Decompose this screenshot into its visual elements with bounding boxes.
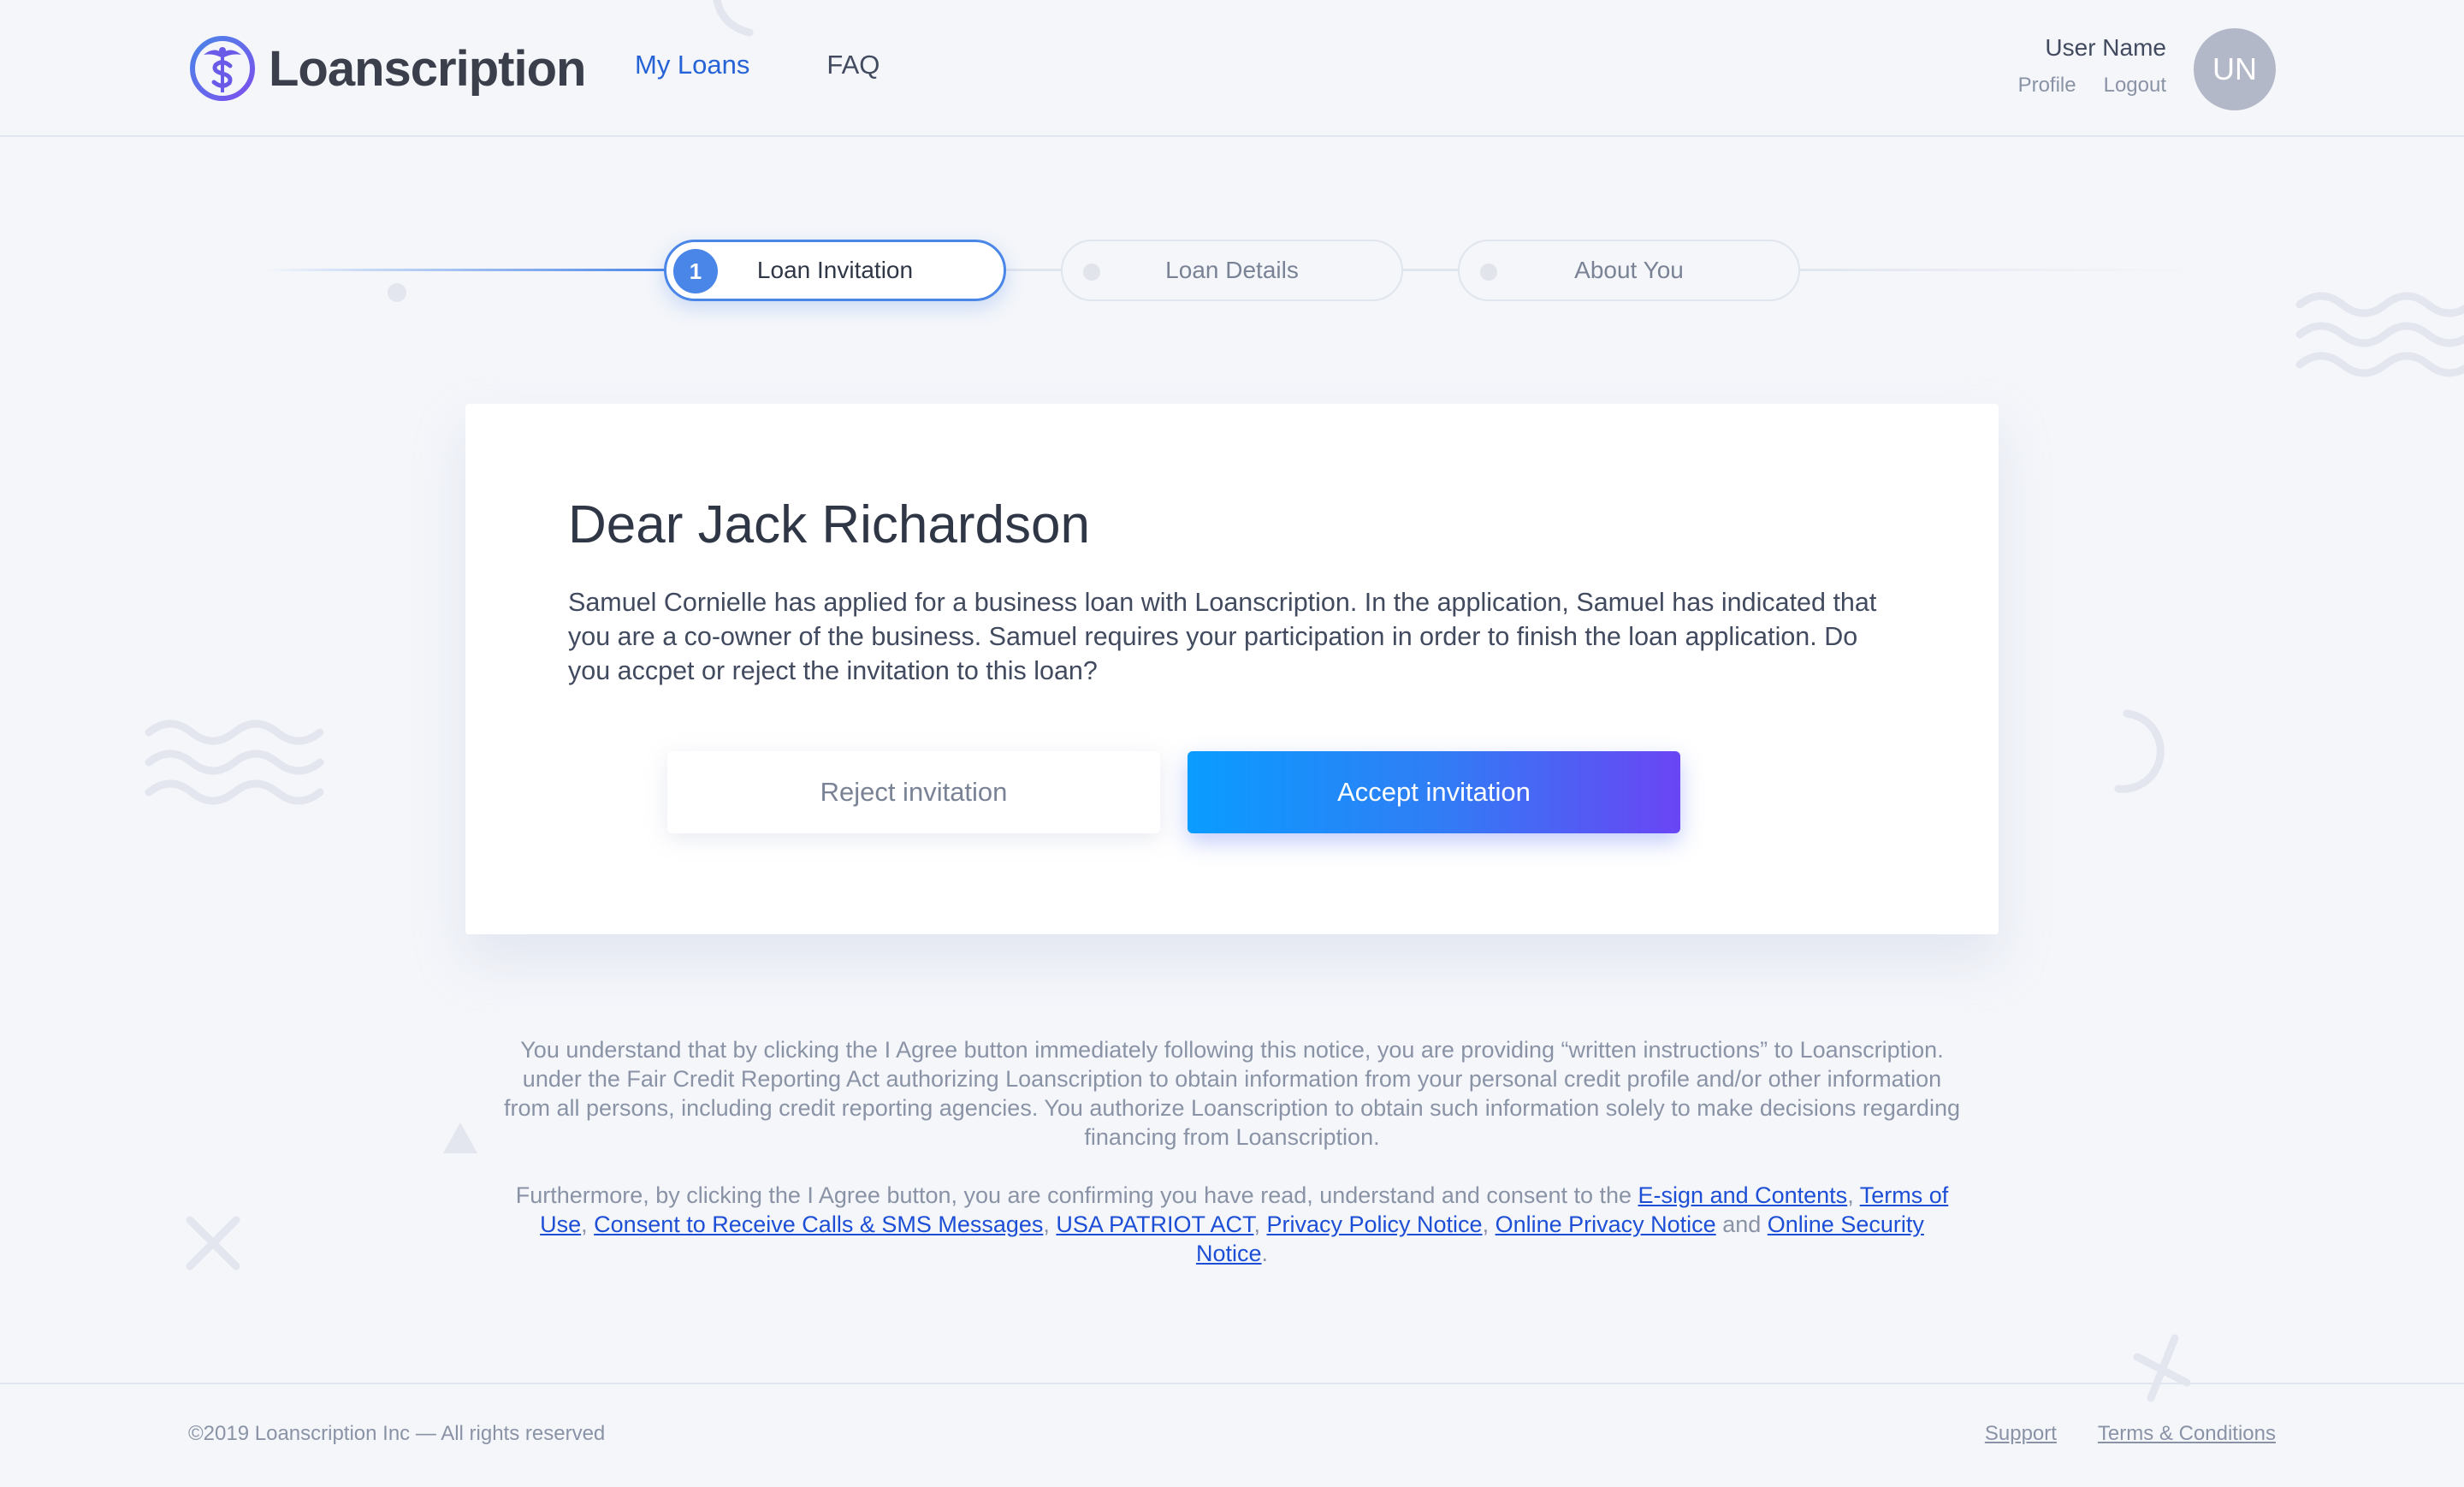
step-number: 1	[673, 249, 718, 293]
separator: ,	[1847, 1182, 1860, 1208]
page-footer: ©2019 Loanscription Inc — All rights res…	[0, 1383, 2464, 1487]
decorative-triangle	[443, 1123, 477, 1153]
reject-invitation-button[interactable]: Reject invitation	[667, 751, 1160, 833]
step-about-you[interactable]: About You	[1458, 240, 1800, 301]
user-name: User Name	[2045, 34, 2166, 61]
stepper-line-left	[265, 269, 667, 271]
separator: ,	[581, 1212, 595, 1237]
consent-calls-sms-link[interactable]: Consent to Receive Calls & SMS Messages	[594, 1212, 1043, 1237]
top-header: Loanscription My Loans FAQ User Name Pro…	[0, 0, 2464, 137]
decorative-waves-right	[2295, 292, 2464, 377]
logo[interactable]: Loanscription	[188, 33, 586, 104]
copyright-text: ©2019 Loanscription Inc — All rights res…	[188, 1422, 606, 1445]
main-nav: My Loans FAQ	[635, 50, 880, 80]
separator: ,	[1253, 1212, 1267, 1237]
nav-faq[interactable]: FAQ	[826, 50, 880, 80]
invitation-message: Samuel Cornielle has applied for a busin…	[568, 588, 1877, 685]
invitation-title: Dear Jack Richardson	[568, 495, 1090, 554]
decorative-waves-left	[145, 720, 324, 805]
step-label: About You	[1574, 257, 1684, 283]
privacy-policy-link[interactable]: Privacy Policy Notice	[1267, 1212, 1483, 1237]
step-label: Loan Details	[1165, 257, 1299, 283]
user-links: Profile Logout	[2018, 74, 2166, 98]
invitation-card: Dear Jack Richardson Samuel Cornielle ha…	[465, 404, 1999, 934]
footer-links: Support Terms & Conditions	[1985, 1422, 2276, 1446]
legal-notice: You understand that by clicking the I Ag…	[503, 1035, 1961, 1268]
legal-paragraph-1: You understand that by clicking the I Ag…	[504, 1037, 1960, 1150]
progress-stepper: 1 Loan Invitation Loan Details About You	[265, 240, 2199, 301]
separator: and	[1715, 1212, 1768, 1237]
step-loan-invitation[interactable]: 1 Loan Invitation	[664, 240, 1006, 301]
decorative-arc-right	[2114, 709, 2165, 793]
logo-text: Loanscription	[269, 40, 586, 97]
nav-my-loans[interactable]: My Loans	[635, 50, 749, 80]
accept-invitation-button[interactable]: Accept invitation	[1188, 751, 1680, 833]
support-link[interactable]: Support	[1985, 1422, 2057, 1446]
online-privacy-link[interactable]: Online Privacy Notice	[1496, 1212, 1716, 1237]
user-menu: User Name Profile Logout	[2018, 34, 2166, 98]
avatar[interactable]: UN	[2194, 28, 2276, 110]
profile-link[interactable]: Profile	[2018, 74, 2076, 98]
stepper-connector-1	[1004, 269, 1063, 271]
logout-link[interactable]: Logout	[2104, 74, 2166, 98]
legal-paragraph-2: Furthermore, by clicking the I Agree but…	[503, 1181, 1961, 1268]
terms-conditions-link[interactable]: Terms & Conditions	[2098, 1422, 2276, 1446]
step-loan-details[interactable]: Loan Details	[1061, 240, 1403, 301]
stepper-connector-2	[1401, 269, 1460, 271]
decorative-cross-left	[186, 1216, 240, 1271]
patriot-act-link[interactable]: USA PATRIOT ACT	[1056, 1212, 1253, 1237]
step-label: Loan Invitation	[756, 257, 914, 283]
caduceus-dollar-icon	[190, 36, 255, 101]
esign-link[interactable]: E-sign and Contents	[1638, 1182, 1848, 1208]
separator: ,	[1043, 1212, 1057, 1237]
step-dot	[1480, 264, 1497, 281]
step-dot	[1083, 264, 1100, 281]
legal-consent-text: Furthermore, by clicking the I Agree but…	[515, 1182, 1638, 1208]
period: .	[1261, 1241, 1269, 1266]
stepper-line-right	[1797, 269, 2199, 271]
separator: ,	[1482, 1212, 1496, 1237]
